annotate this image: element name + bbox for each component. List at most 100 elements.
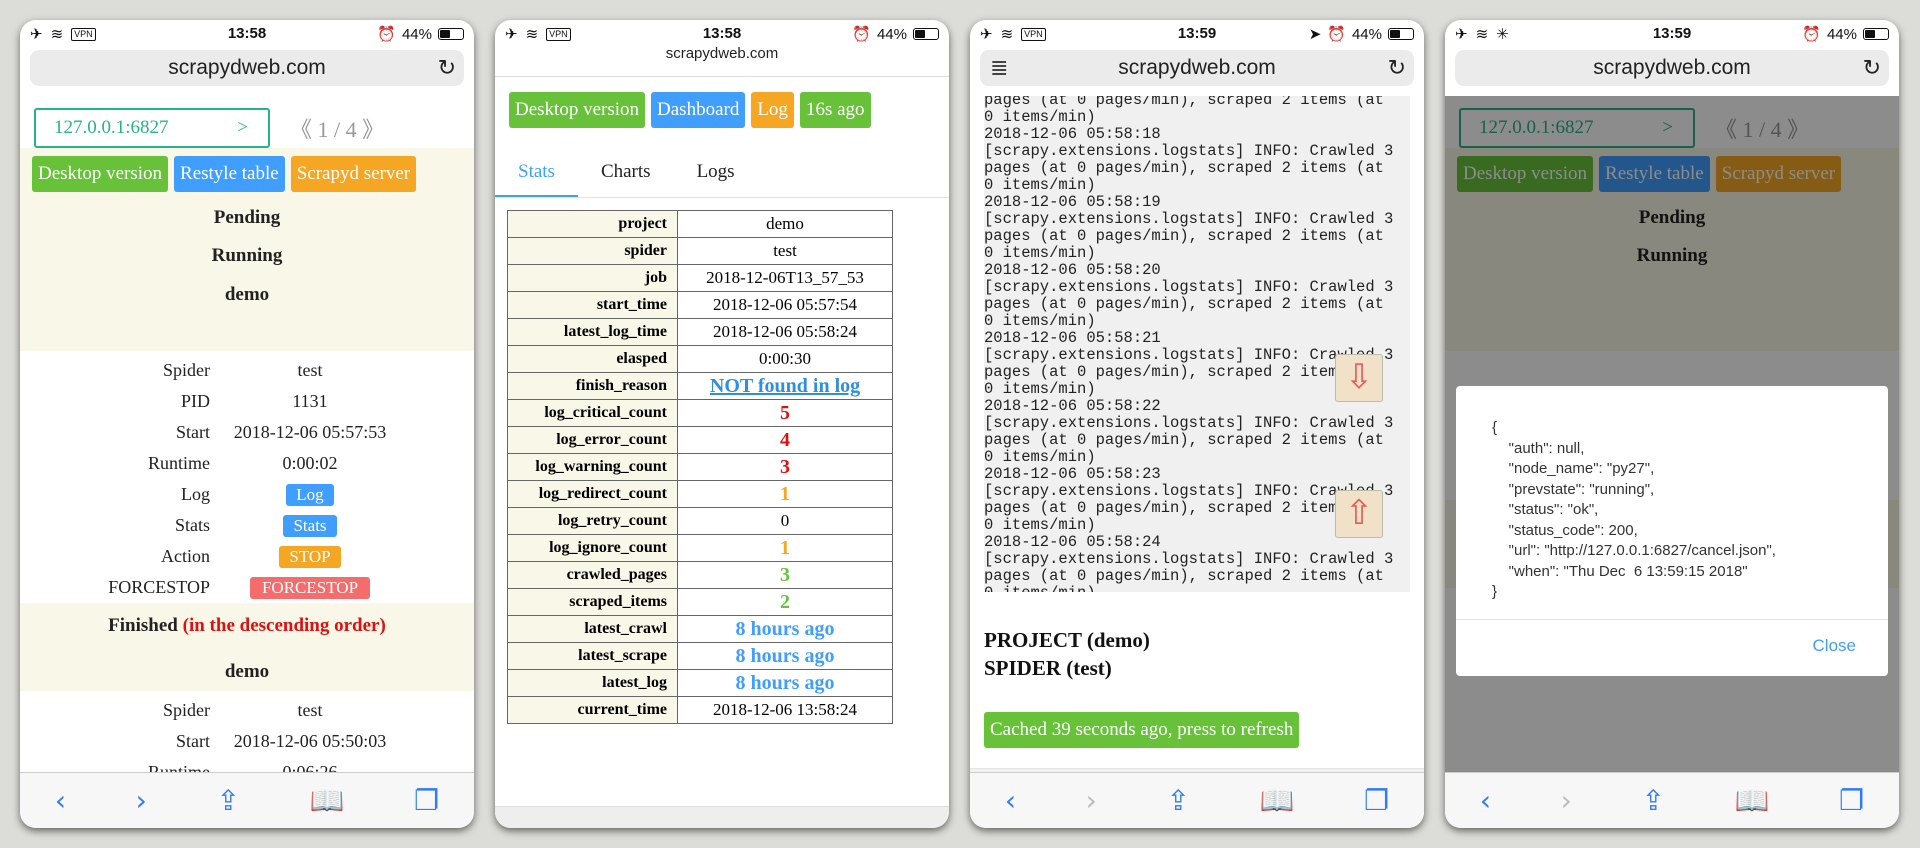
stats-key: project xyxy=(507,210,678,238)
back-icon[interactable]: ‹ xyxy=(1005,784,1016,817)
url-text[interactable]: scrapydweb.com xyxy=(495,45,949,62)
row-value: test xyxy=(297,360,323,380)
reload-icon[interactable]: ↻ xyxy=(1863,50,1881,86)
desktop-version-button[interactable]: Desktop version xyxy=(509,92,646,128)
stats-value: 2018-12-06 13:58:24 xyxy=(677,696,893,724)
battery-icon xyxy=(438,28,464,40)
battery-icon xyxy=(1388,28,1414,40)
stats-key: current_time xyxy=(507,696,678,724)
forward-icon: › xyxy=(1560,784,1572,817)
finished-heading: Finished (in the descending order) xyxy=(20,611,474,651)
finished-note: (in the descending order) xyxy=(182,615,386,636)
url-text: scrapydweb.com xyxy=(1593,56,1751,79)
address-bar[interactable]: ≣ scrapydweb.com ↻ xyxy=(980,50,1414,86)
stats-row: crawled_pages 3 xyxy=(507,561,893,589)
stats-key: latest_crawl xyxy=(507,615,678,643)
job-row: Start 2018-12-06 05:50:03 xyxy=(20,726,474,757)
stats-key: log_ignore_count xyxy=(507,534,678,562)
row-key: PID xyxy=(180,391,210,411)
share-icon[interactable]: ⇪ xyxy=(1641,784,1664,817)
tab-stats[interactable]: Stats xyxy=(495,146,578,197)
modal-overlay[interactable]: { "auth": null, "node_name": "py27", "pr… xyxy=(1445,96,1899,772)
row-key: Action xyxy=(161,546,210,566)
stats-row: start_time 2018-12-06 05:57:54 xyxy=(507,291,893,319)
stats-value[interactable]: NOT found in log xyxy=(677,372,893,400)
desktop-version-button[interactable]: Desktop version xyxy=(32,156,169,192)
project-heading-finished: demo xyxy=(224,661,270,682)
tab-charts[interactable]: Charts xyxy=(578,146,674,197)
address-bar[interactable]: scrapydweb.com ↻ xyxy=(1455,50,1889,86)
job-row: Stats Stats xyxy=(20,510,474,541)
tab-logs[interactable]: Logs xyxy=(674,146,758,197)
phone-screen-modal: ✈ ≋ ✳ 13:59 ⏰ 44% scrapydweb.com ↻ 127.0.0.1… xyxy=(1445,20,1899,828)
node-selector[interactable]: 127.0.0.1:6827 > xyxy=(34,108,270,148)
forward-icon[interactable]: › xyxy=(136,784,147,817)
share-icon[interactable]: ⇪ xyxy=(216,784,239,817)
share-icon[interactable]: ⇪ xyxy=(1166,784,1189,817)
scrapyd-server-button[interactable]: Scrapyd server xyxy=(290,156,417,192)
node-pager[interactable]: 《 1 / 4 》 xyxy=(290,112,384,144)
bookmarks-icon[interactable]: 📖 xyxy=(1735,784,1770,817)
stats-value: 8 hours ago xyxy=(677,669,893,697)
pending-running-section: Pending Running demo xyxy=(20,193,474,351)
close-button[interactable]: Close xyxy=(1813,636,1856,656)
tabs-icon[interactable]: ❐ xyxy=(414,784,439,817)
browser-toolbar: ‹ › ⇪ 📖 ❐ xyxy=(20,772,474,828)
stats-row: log_critical_count 5 xyxy=(507,399,893,427)
stats-value: 8 hours ago xyxy=(677,642,893,670)
url-text: scrapydweb.com xyxy=(1118,56,1276,79)
back-icon[interactable]: ‹ xyxy=(1480,784,1491,817)
refresh-age-button[interactable]: 16s ago xyxy=(799,92,871,128)
dashboard-button[interactable]: Dashboard xyxy=(651,92,746,128)
row-key: Start xyxy=(176,422,210,442)
stats-row: scraped_items 2 xyxy=(507,588,893,616)
stats-button[interactable]: Stats xyxy=(283,514,337,537)
stats-value: 2018-12-06 05:58:24 xyxy=(677,318,893,346)
stats-value: 2018-12-06T13_57_53 xyxy=(677,264,893,292)
stats-value: 0 xyxy=(677,507,893,535)
bookmarks-icon[interactable]: 📖 xyxy=(310,784,345,817)
stats-key: crawled_pages xyxy=(507,561,678,589)
forcestop-button[interactable]: FORCESTOP xyxy=(249,576,371,599)
scroll-down-icon[interactable]: ⇩ xyxy=(1335,354,1383,402)
chevron-right-icon: > xyxy=(237,117,248,138)
refresh-cache-button[interactable]: Cached 39 seconds ago, press to refresh xyxy=(984,712,1300,748)
row-value: 0:06:26 xyxy=(282,762,338,772)
back-icon[interactable]: ‹ xyxy=(55,784,66,817)
bookmarks-icon[interactable]: 📖 xyxy=(1260,784,1295,817)
log-button[interactable]: Log xyxy=(286,483,334,506)
battery-percent: 44% xyxy=(1826,25,1857,43)
row-key: Spider xyxy=(163,360,210,380)
tabs-icon[interactable]: ❐ xyxy=(1839,784,1864,817)
stats-table: project demo spider test job 2018-12-06T13_57… xyxy=(507,210,893,724)
stats-row: log_warning_count 3 xyxy=(507,453,893,481)
row-key: Stats xyxy=(174,515,210,535)
restyle-table-button[interactable]: Restyle table xyxy=(174,156,285,192)
battery-icon xyxy=(913,28,939,40)
tabs-icon[interactable]: ❐ xyxy=(1364,784,1389,817)
status-bar: ✈ ≋ VPN 13:59 ➤ ⏰ 44% xyxy=(970,20,1424,50)
browser-toolbar: ‹ › ⇪ 📖 ❐ xyxy=(970,772,1424,828)
reload-icon[interactable]: ↻ xyxy=(1388,50,1406,86)
stats-row: latest_scrape 8 hours ago xyxy=(507,642,893,670)
reader-icon[interactable]: ≣ xyxy=(990,50,1008,86)
stats-key: elasped xyxy=(507,345,678,373)
stats-key: start_time xyxy=(507,291,678,319)
stats-value: test xyxy=(677,237,893,265)
row-value: 2018-12-06 05:57:53 xyxy=(233,422,387,442)
stats-key: finish_reason xyxy=(507,372,678,400)
stats-value: 3 xyxy=(677,453,893,481)
battery-percent: 44% xyxy=(876,25,907,43)
phone-screen-stats: ✈ ≋ VPN 13:58 ⏰ 44% scrapydweb.com Desktop … xyxy=(495,20,949,828)
stats-row: project demo xyxy=(507,210,893,238)
stats-row: finish_reason NOT found in log xyxy=(507,372,893,400)
log-button[interactable]: Log xyxy=(751,92,794,128)
browser-toolbar: ‹ › ⇪ 📖 ❐ xyxy=(1445,772,1899,828)
reload-icon[interactable]: ↻ xyxy=(438,50,456,86)
stats-key: latest_log xyxy=(507,669,678,697)
scroll-up-icon[interactable]: ⇧ xyxy=(1335,490,1383,538)
stop-button[interactable]: STOP xyxy=(279,545,341,568)
address-bar[interactable]: scrapydweb.com ↻ xyxy=(30,50,464,86)
location-icon: ➤ xyxy=(1308,26,1322,43)
job-row: Log Log xyxy=(20,479,474,510)
